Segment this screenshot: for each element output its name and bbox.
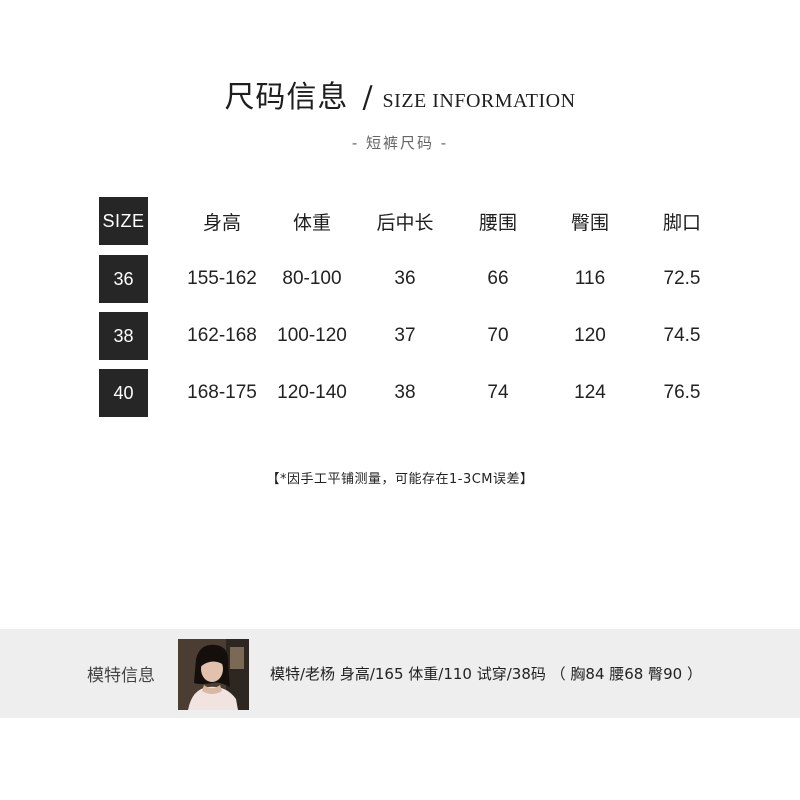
subtitle: - 短裤尺码 -	[351, 134, 449, 152]
title-english: SIZE INFORMATION	[382, 90, 576, 112]
size-box: 38	[99, 312, 148, 360]
model-details: 模特/老杨 身高/165 体重/110 试穿/38码 （ 胸84 腰68 臀90…	[270, 665, 702, 683]
size-box: 36	[99, 255, 148, 303]
table-cell: 74.5	[663, 325, 701, 346]
table-row: 40 168-175 120-140 38 74 124 76.5	[0, 369, 800, 417]
model-portrait-image	[178, 639, 249, 710]
page-title: 尺码信息 / SIZE INFORMATION	[0, 72, 800, 116]
title-slash: /	[362, 80, 373, 115]
model-info-bar: 模特信息 模特/老杨 身高/165 体重/110 试穿/38码 （ 胸84 腰6…	[0, 629, 800, 718]
model-portrait-icon	[178, 639, 249, 710]
table-row: 36 155-162 80-100 36 66 116 72.5	[0, 255, 800, 303]
size-header-box: SIZE	[99, 197, 148, 245]
table-header-row: SIZE 身高 体重 后中长 腰围 臀围 脚口	[0, 197, 800, 245]
table-row: 38 162-168 100-120 37 70 120 74.5	[0, 312, 800, 360]
table-cell: 76.5	[663, 382, 701, 403]
header-leg-opening: 脚口	[662, 211, 701, 234]
table-cell: 72.5	[663, 268, 701, 289]
size-box: 40	[99, 369, 148, 417]
model-label: 模特信息	[87, 666, 155, 686]
title-chinese: 尺码信息	[224, 80, 349, 115]
measurement-note: 【*因手工平铺测量，可能存在1-3CM误差】	[266, 472, 534, 487]
